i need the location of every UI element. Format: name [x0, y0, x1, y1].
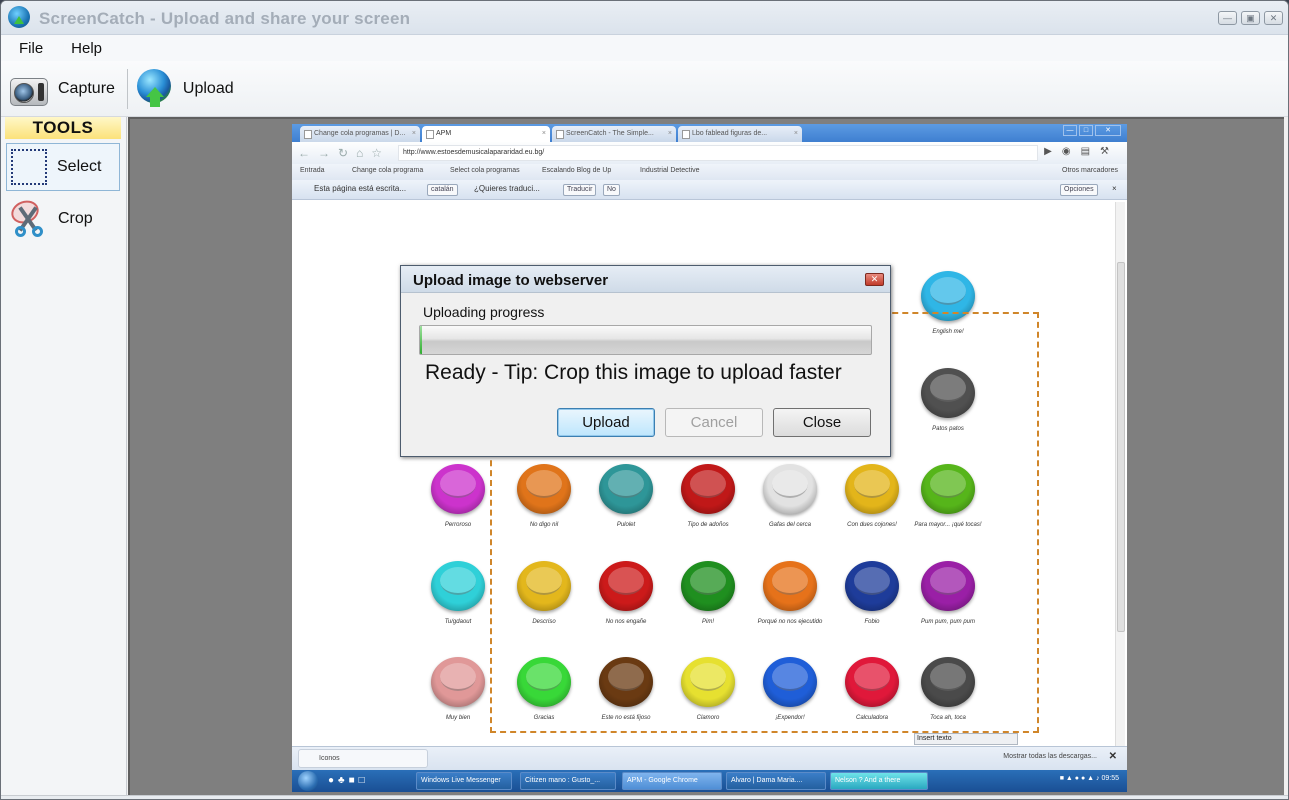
- dialog-cancel-button[interactable]: Cancel: [665, 408, 763, 437]
- browser-menu-icons[interactable]: ▶◉▤⚒: [1044, 146, 1119, 157]
- hover-tooltip-input[interactable]: Insert texto: [914, 733, 1018, 745]
- translate-question: ¿Quieres traduci...: [474, 184, 540, 193]
- download-item[interactable]: Iconos: [298, 749, 428, 768]
- toolbar: Capture Upload: [1, 61, 1288, 117]
- taskbar-item-active[interactable]: APM - Google Chrome: [622, 772, 722, 790]
- tool-select[interactable]: Select: [6, 143, 120, 191]
- tab-label: APM: [436, 130, 452, 137]
- bookmark[interactable]: Escalando Blog de Up: [542, 167, 611, 174]
- start-button[interactable]: [298, 771, 318, 791]
- browser-minimize-icon[interactable]: —: [1063, 125, 1077, 136]
- tools-panel: TOOLS Select Crop: [1, 117, 127, 795]
- taskbar-item-flashing[interactable]: Nelson ? And a there: [830, 772, 928, 790]
- upload-dialog: Upload image to webserver ✕ Uploading pr…: [400, 265, 891, 457]
- window-title: ScreenCatch - Upload and share your scre…: [39, 9, 411, 28]
- taskbar-item[interactable]: Alvaro | Dama Maria....: [726, 772, 826, 790]
- downloads-close-icon[interactable]: ✕: [1109, 751, 1117, 762]
- capture-label: Capture: [58, 79, 115, 97]
- dialog-close-icon[interactable]: ✕: [865, 273, 884, 286]
- show-all-downloads-link[interactable]: Mostrar todas las descargas...: [1003, 753, 1097, 760]
- dialog-upload-button[interactable]: Upload: [557, 408, 655, 437]
- tab-label: Lbo fablead figuras de...: [692, 130, 768, 137]
- tool-crop[interactable]: Crop: [6, 195, 120, 243]
- browser-nav-icons[interactable]: ←→↻⌂☆: [298, 146, 390, 160]
- tray-icons[interactable]: ■ ▲ ● ● ▲ ♪: [1060, 775, 1102, 782]
- taskbar-item[interactable]: Windows Live Messenger: [416, 772, 512, 790]
- bookmark[interactable]: Entrada: [300, 167, 325, 174]
- tool-select-label: Select: [57, 158, 102, 175]
- sound-button-icon: [431, 561, 485, 611]
- windows-taskbar: ●♣■□ Windows Live Messenger Citizen mano…: [292, 770, 1127, 792]
- downloads-bar: Iconos Mostrar todas las descargas... ✕: [292, 746, 1127, 770]
- browser-tab-strip: Change cola programas | D... × APM × Scree…: [292, 124, 1127, 142]
- taskbar-item[interactable]: Citizen mano : Gusto_...: [520, 772, 616, 790]
- select-rectangle-icon: [11, 149, 47, 185]
- browser-close-icon[interactable]: ✕: [1095, 125, 1121, 136]
- captured-screenshot[interactable]: Change cola programas | D... × APM × Scree…: [292, 124, 1127, 792]
- upload-label: Upload: [182, 79, 234, 97]
- globe-upload-icon: [136, 68, 174, 109]
- dialog-close-button[interactable]: Close: [773, 408, 871, 437]
- maximize-button[interactable]: ▣: [1241, 11, 1260, 25]
- app-globe-icon: [8, 6, 30, 28]
- bookmarks-bar: Entrada Change cola programa Select cola…: [292, 164, 1127, 180]
- menu-help[interactable]: Help: [67, 38, 106, 59]
- menu-bar: File Help: [1, 35, 1288, 61]
- tools-header: TOOLS: [5, 117, 121, 139]
- clock: 09:55: [1101, 775, 1119, 782]
- browser-tab[interactable]: ScreenCatch - The Simple... ×: [552, 126, 676, 142]
- sound-button[interactable]: Perroroso: [430, 464, 486, 528]
- page-scrollbar[interactable]: [1115, 202, 1125, 746]
- progress-fill: [420, 326, 423, 354]
- capture-button[interactable]: Capture: [7, 65, 121, 113]
- quick-launch-icons[interactable]: ●♣■□: [328, 775, 369, 786]
- bookmark[interactable]: Industrial Detective: [640, 167, 700, 174]
- browser-tab[interactable]: Change cola programas | D... ×: [300, 126, 420, 142]
- scissors-icon: [8, 196, 48, 239]
- progress-label: Uploading progress: [423, 304, 545, 320]
- camera-icon: [9, 70, 49, 108]
- translate-button[interactable]: Traducir: [563, 184, 597, 196]
- toolbar-separator: [126, 68, 128, 109]
- browser-address-bar: ←→↻⌂☆ http://www.estoesdemusicalapararid…: [292, 142, 1127, 164]
- upload-button[interactable]: Upload: [134, 65, 240, 113]
- language-select[interactable]: catalán: [427, 184, 458, 196]
- sound-button[interactable]: Tu/gdaout: [430, 561, 486, 625]
- translate-bar: Esta página está escrita... catalán ¿Qui…: [292, 180, 1127, 200]
- title-bar[interactable]: ScreenCatch - Upload and share your scre…: [1, 1, 1288, 35]
- no-translate-button[interactable]: No: [603, 184, 620, 196]
- translate-close-icon[interactable]: ×: [1112, 184, 1117, 193]
- bookmark-other[interactable]: Otros marcadores: [1062, 167, 1118, 174]
- browser-restore-icon[interactable]: □: [1079, 125, 1093, 136]
- minimize-button[interactable]: —: [1218, 11, 1237, 25]
- download-item-label: Iconos: [319, 755, 340, 762]
- screencatch-window: ScreenCatch - Upload and share your scre…: [0, 0, 1289, 800]
- sound-button[interactable]: Muy bien: [430, 657, 486, 721]
- close-button[interactable]: ✕: [1264, 11, 1283, 25]
- browser-tab[interactable]: Lbo fablead figuras de... ×: [678, 126, 802, 142]
- dialog-title: Upload image to webserver: [413, 272, 609, 289]
- tab-label: Change cola programas | D...: [314, 130, 406, 137]
- system-tray[interactable]: ■ ▲ ● ● ▲ ♪ 09:55: [1060, 775, 1119, 782]
- sound-button-icon: [431, 657, 485, 707]
- translate-message: Esta página está escrita...: [314, 184, 407, 193]
- scrollbar-thumb[interactable]: [1117, 262, 1125, 632]
- upload-progress-bar: [419, 325, 872, 355]
- tool-crop-label: Crop: [58, 210, 93, 227]
- bookmark[interactable]: Change cola programa: [352, 167, 423, 174]
- browser-tab-active[interactable]: APM ×: [422, 126, 550, 142]
- sound-button-icon: [431, 464, 485, 514]
- status-text: Ready - Tip: Crop this image to upload f…: [425, 361, 842, 384]
- translate-options-button[interactable]: Opciones: [1060, 184, 1098, 196]
- window-bottom-border: [1, 795, 1288, 799]
- tab-label: ScreenCatch - The Simple...: [566, 130, 654, 137]
- dialog-title-bar[interactable]: Upload image to webserver ✕: [401, 266, 890, 293]
- menu-file[interactable]: File: [15, 38, 47, 59]
- url-field[interactable]: http://www.estoesdemusicalapararidad.eu.…: [398, 145, 1038, 161]
- bookmark[interactable]: Select cola programas: [450, 167, 520, 174]
